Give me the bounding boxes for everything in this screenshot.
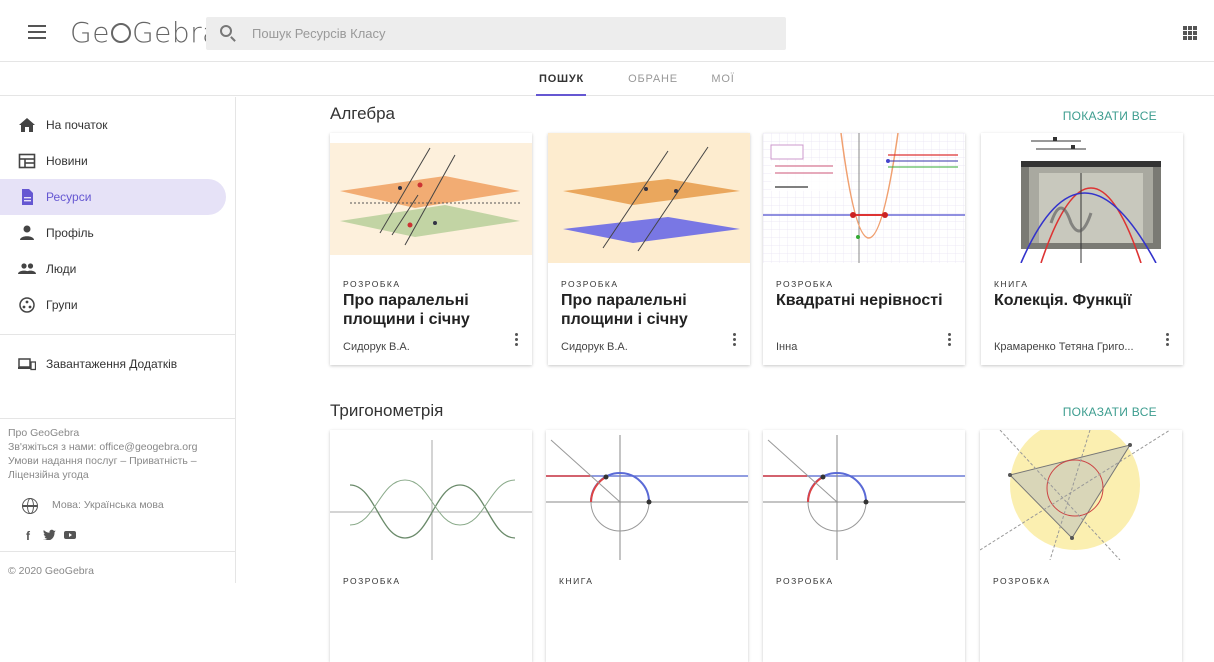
- top-bar: Ge Gebra: [0, 0, 1214, 62]
- home-icon: [19, 118, 35, 132]
- youtube-icon[interactable]: [64, 529, 76, 543]
- more-vert-icon[interactable]: [948, 333, 952, 347]
- card-author[interactable]: Сидорук В.А.: [561, 341, 721, 353]
- search-bar[interactable]: [206, 17, 786, 50]
- document-icon: [22, 189, 33, 205]
- section-title-trigonometry: Тригонометрія: [330, 401, 444, 420]
- card-thumbnail: [980, 430, 1182, 560]
- news-icon: [18, 153, 36, 169]
- tab-search[interactable]: ПОШУК: [536, 62, 586, 96]
- card-thumbnail: [330, 133, 532, 263]
- globe-icon[interactable]: [22, 498, 38, 514]
- sidebar-item-resources[interactable]: Ресурси: [0, 179, 226, 215]
- resource-card[interactable]: РОЗРОБКА: [330, 430, 532, 662]
- card-thumbnail: [330, 430, 532, 560]
- sidebar: На початок Новини Ресурси Профіль Люди Г…: [0, 97, 236, 583]
- search-input[interactable]: [252, 17, 772, 50]
- tab-favorites[interactable]: ОБРАНЕ: [627, 62, 679, 96]
- more-vert-icon[interactable]: [515, 333, 519, 347]
- sidebar-item-label: Люди: [46, 262, 77, 276]
- sidebar-item-label: Новини: [46, 154, 88, 168]
- card-type: РОЗРОБКА: [993, 576, 1051, 586]
- copyright: © 2020 GeoGebra: [8, 565, 94, 577]
- about-link[interactable]: Про GeoGebra: [8, 426, 79, 440]
- card-title: Квадратні нерівності: [776, 292, 943, 309]
- card-thumbnail: [763, 430, 965, 560]
- card-type: РОЗРОБКА: [776, 576, 834, 586]
- resource-card[interactable]: РОЗРОБКА: [980, 430, 1182, 662]
- card-type: КНИГА: [994, 279, 1029, 289]
- sidebar-item-label: Ресурси: [46, 190, 92, 204]
- terms-link[interactable]: Умови надання послуг – Приватність –: [8, 454, 197, 468]
- section-title-algebra: Алгебра: [330, 104, 395, 123]
- sidebar-item-people[interactable]: Люди: [0, 251, 226, 287]
- show-all-trigonometry-link[interactable]: ПОКАЗАТИ ВСЕ: [1063, 405, 1157, 419]
- card-author[interactable]: Крамаренко Тетяна Григо...: [994, 341, 1154, 353]
- person-icon: [20, 225, 34, 240]
- card-thumbnail: [546, 430, 748, 560]
- sidebar-item-news[interactable]: Новини: [0, 143, 226, 179]
- resource-card[interactable]: РОЗРОБКА Про паралельні площини і січну …: [548, 133, 750, 365]
- facebook-icon[interactable]: f: [26, 529, 30, 543]
- search-icon[interactable]: [220, 25, 232, 37]
- card-thumbnail: [548, 133, 750, 263]
- menu-icon[interactable]: [28, 25, 46, 39]
- card-title: Про паралельні площини і січну: [561, 292, 688, 328]
- geogebra-logo[interactable]: Ge Gebra: [70, 16, 220, 49]
- people-icon: [18, 263, 36, 274]
- groups-icon: [19, 297, 35, 313]
- sidebar-divider: [0, 551, 235, 552]
- devices-icon: [18, 358, 36, 371]
- card-type: РОЗРОБКА: [343, 576, 401, 586]
- card-title: Колекція. Функції: [994, 292, 1132, 309]
- resource-card[interactable]: РОЗРОБКА: [763, 430, 965, 662]
- tab-mine[interactable]: МОЇ: [706, 62, 740, 96]
- contact-link[interactable]: Зв'яжіться з нами: office@geogebra.org: [8, 440, 197, 454]
- resource-card[interactable]: РОЗРОБКА Про паралельні площини і січну …: [330, 133, 532, 365]
- sidebar-divider: [0, 334, 235, 335]
- card-type: РОЗРОБКА: [776, 279, 834, 289]
- sidebar-item-profile[interactable]: Профіль: [0, 215, 226, 251]
- sidebar-item-label: Завантаження Додатків: [46, 357, 178, 371]
- card-type: КНИГА: [559, 576, 594, 586]
- sidebar-item-label: Профіль: [46, 226, 94, 240]
- card-author[interactable]: Інна: [776, 341, 936, 353]
- sidebar-item-groups[interactable]: Групи: [0, 287, 226, 323]
- apps-grid-icon[interactable]: [1183, 26, 1197, 40]
- more-vert-icon[interactable]: [1166, 333, 1170, 347]
- sidebar-item-label: На початок: [46, 118, 108, 132]
- resource-card[interactable]: РОЗРОБКА Квадратні нерівності Інна: [763, 133, 965, 365]
- twitter-icon[interactable]: [43, 529, 56, 543]
- show-all-algebra-link[interactable]: ПОКАЗАТИ ВСЕ: [1063, 109, 1157, 123]
- resource-card[interactable]: КНИГА: [546, 430, 748, 662]
- more-vert-icon[interactable]: [733, 333, 737, 347]
- sidebar-item-download-apps[interactable]: Завантаження Додатків: [0, 346, 226, 382]
- card-thumbnail: [763, 133, 965, 263]
- tab-bar: ПОШУК ОБРАНЕ МОЇ: [0, 62, 1214, 96]
- sidebar-item-home[interactable]: На початок: [0, 107, 226, 143]
- license-link[interactable]: Ліцензійна угода: [8, 468, 89, 482]
- card-author[interactable]: Сидорук В.А.: [343, 341, 503, 353]
- sidebar-item-label: Групи: [46, 298, 78, 312]
- card-title: Про паралельні площини і січну: [343, 292, 470, 328]
- card-thumbnail: [981, 133, 1183, 263]
- card-type: РОЗРОБКА: [561, 279, 619, 289]
- language-selector[interactable]: Мова: Українська мова: [52, 498, 164, 512]
- sidebar-divider: [0, 418, 235, 419]
- card-type: РОЗРОБКА: [343, 279, 401, 289]
- resource-card[interactable]: КНИГА Колекція. Функції Крамаренко Тетян…: [981, 133, 1183, 365]
